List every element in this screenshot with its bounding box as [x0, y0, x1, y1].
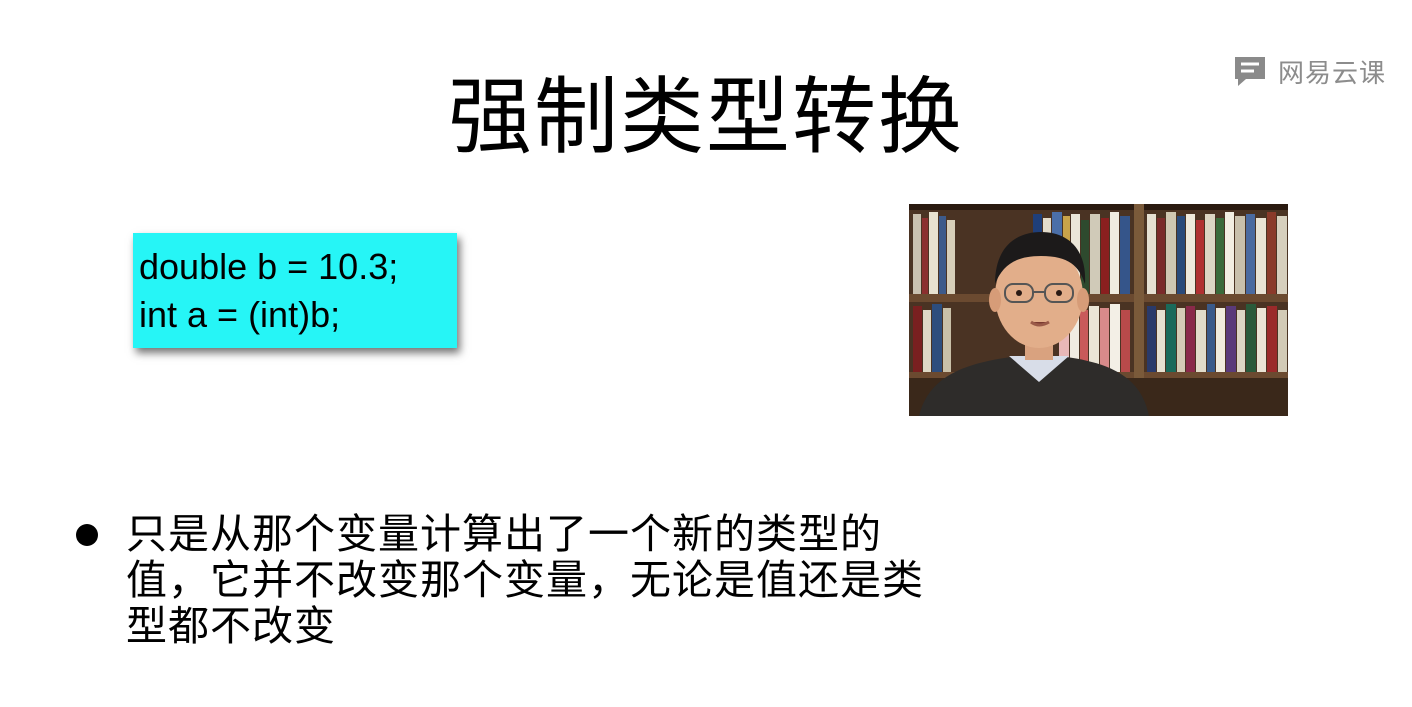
code-box: double b = 10.3; int a = (int)b; [133, 233, 457, 348]
code-line: int a = (int)b; [139, 294, 341, 335]
code-line: double b = 10.3; [139, 246, 399, 287]
bullet-text: 只是从那个变量计算出了一个新的类型的值，它并不改变那个变量，无论是值还是类型都不… [126, 510, 924, 650]
slide-title: 强制类型转换 [447, 68, 964, 166]
bullet-item: 只是从那个变量计算出了一个新的类型的值，它并不改变那个变量，无论是值还是类型都不… [76, 511, 976, 649]
lecturer-video [909, 204, 1288, 416]
bullet-dot-icon [76, 524, 98, 546]
